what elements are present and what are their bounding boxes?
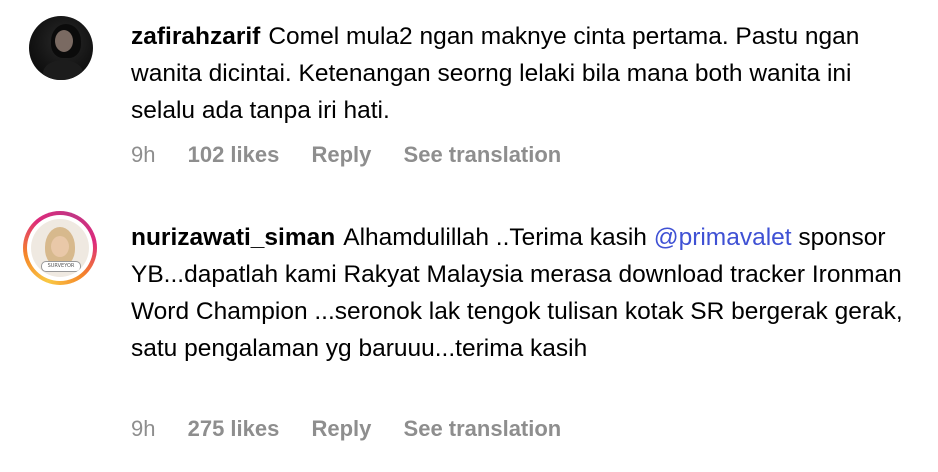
- reply-button[interactable]: Reply: [311, 416, 371, 442]
- comment-body: nurizawati_siman Alhamdulillah ..Terima k…: [131, 219, 921, 367]
- comment-meta: 9h 275 likes Reply See translation: [131, 416, 561, 442]
- avatar[interactable]: SURVEYOR: [23, 211, 97, 285]
- see-translation-button[interactable]: See translation: [404, 142, 562, 168]
- comment-text: Alhamdulillah ..Terima kasih: [343, 224, 654, 251]
- comment-username[interactable]: nurizawati_siman: [131, 224, 335, 251]
- profile-photo-icon: [29, 16, 93, 80]
- reply-button[interactable]: Reply: [311, 142, 371, 168]
- comment-time: 9h: [131, 416, 156, 441]
- comment-time: 9h: [131, 142, 156, 167]
- profile-photo-icon: SURVEYOR: [31, 219, 89, 277]
- comment-likes[interactable]: 275 likes: [188, 416, 280, 442]
- avatar[interactable]: [27, 14, 95, 82]
- comment-username[interactable]: zafirahzarif: [131, 23, 260, 50]
- mention-link[interactable]: @primavalet: [654, 224, 792, 251]
- comment-body: zafirahzarif Comel mula2 ngan maknye cint…: [131, 18, 921, 129]
- see-translation-button[interactable]: See translation: [404, 416, 562, 442]
- comment-meta: 9h 102 likes Reply See translation: [131, 142, 561, 168]
- comment-likes[interactable]: 102 likes: [188, 142, 280, 168]
- avatar-badge: SURVEYOR: [41, 261, 81, 272]
